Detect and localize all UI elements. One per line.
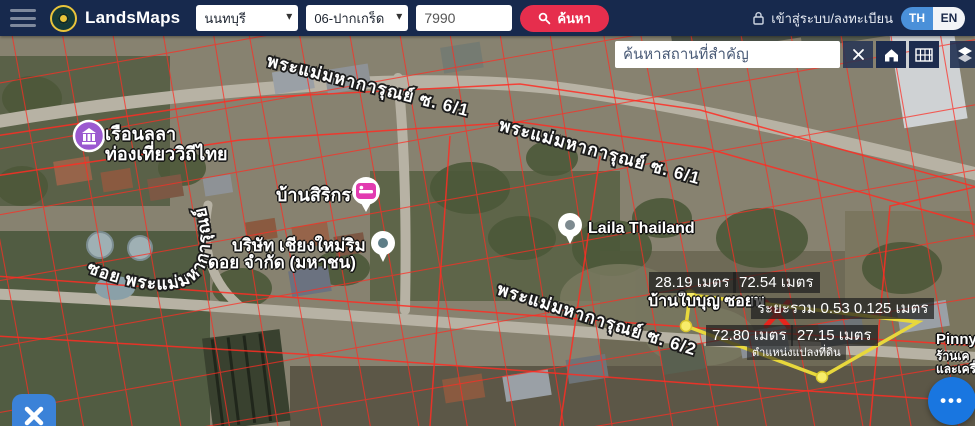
app-logo [50, 5, 77, 32]
parcel-vertex-dot [681, 321, 692, 332]
clear-search-button[interactable] [843, 41, 873, 68]
poi-label-company-2: ดอย จำกัด (มหาชน) [208, 249, 356, 276]
lock-icon [752, 11, 765, 25]
parcel-number-input[interactable] [416, 5, 512, 31]
close-icon [852, 48, 865, 61]
district-select[interactable]: 06-ปากเกร็ด [306, 5, 408, 31]
measurement-label-top1: 28.19 เมตร [649, 272, 736, 293]
logo-emblem [58, 13, 69, 24]
language-toggle: TH EN [901, 7, 965, 30]
poi-label-laila: Laila Thailand [588, 220, 695, 238]
measurement-label-bottom2: 27.15 เมตร [791, 325, 878, 346]
search-button[interactable]: ค้นหา [520, 5, 608, 32]
place-dot-icon [565, 220, 575, 230]
poi-label-baan-sirikorn: บ้านสิริกร [276, 180, 351, 209]
poi-label-pinny-1: Pinny [936, 331, 975, 348]
more-actions-fab[interactable]: ••• [928, 377, 975, 425]
grid-icon [915, 48, 933, 62]
login-label: เข้าสู่ระบบ/ลงทะเบียน [771, 8, 893, 29]
layers-icon [956, 46, 974, 63]
poi-pin-laila[interactable] [556, 212, 584, 251]
poi-pin-lodging[interactable] [350, 176, 382, 219]
header-right: เข้าสู่ระบบ/ลงทะเบียน TH EN [752, 7, 965, 30]
lang-en-button[interactable]: EN [933, 7, 965, 30]
poi-pin-museum[interactable] [72, 119, 106, 158]
parcel-location-label: ตำแหน่งแปลงที่ดิน [747, 346, 846, 360]
app-title: LandsMaps [85, 8, 180, 28]
measure-tools-button[interactable] [12, 394, 56, 426]
search-button-label: ค้นหา [557, 8, 590, 29]
lang-th-button[interactable]: TH [901, 7, 933, 30]
poi-label-pinny-3: และเครื่ [936, 360, 975, 379]
parcel-vertex-dot [817, 372, 828, 383]
home-icon [883, 47, 900, 63]
home-button[interactable] [876, 41, 906, 68]
province-select[interactable]: นนทบุรี [196, 5, 298, 31]
menu-icon[interactable] [10, 9, 36, 27]
poi-label-ruen-lala-2: ท่องเที่ยววิถีไทย [105, 139, 228, 168]
more-dots: ••• [940, 391, 964, 411]
map-canvas[interactable]: พระแม่มหาการุณย์ ซ. 6/1 พระแม่มหาการุณย์… [0, 36, 975, 426]
landsmaps-app: LandsMaps นนทบุรี 06-ปากเกร็ด ค้นหา [0, 0, 975, 426]
app-header: LandsMaps นนทบุรี 06-ปากเกร็ด ค้นหา [0, 0, 975, 36]
layers-button[interactable] [950, 41, 975, 68]
measurement-label-top2: 72.54 เมตร [733, 272, 820, 293]
measurement-label-total: ระยะรวม 0.53 0.125 เมตร [751, 298, 934, 319]
satellite-basemap: พระแม่มหาการุณย์ ซ. 6/1 พระแม่มหาการุณย์… [0, 36, 975, 426]
measurement-label-bottom1: 72.80 เมตร [706, 325, 793, 346]
login-link[interactable]: เข้าสู่ระบบ/ลงทะเบียน [752, 8, 893, 29]
grid-button[interactable] [909, 41, 939, 68]
search-icon [538, 12, 551, 25]
map-search-input[interactable] [615, 41, 840, 68]
poi-pin-company[interactable] [369, 230, 397, 269]
map-toolbar [615, 41, 975, 68]
place-dot-icon [378, 238, 388, 248]
district-select-wrap: 06-ปากเกร็ด [306, 5, 408, 31]
province-select-wrap: นนทบุรี [196, 5, 298, 31]
crossed-tools-icon [22, 404, 46, 426]
